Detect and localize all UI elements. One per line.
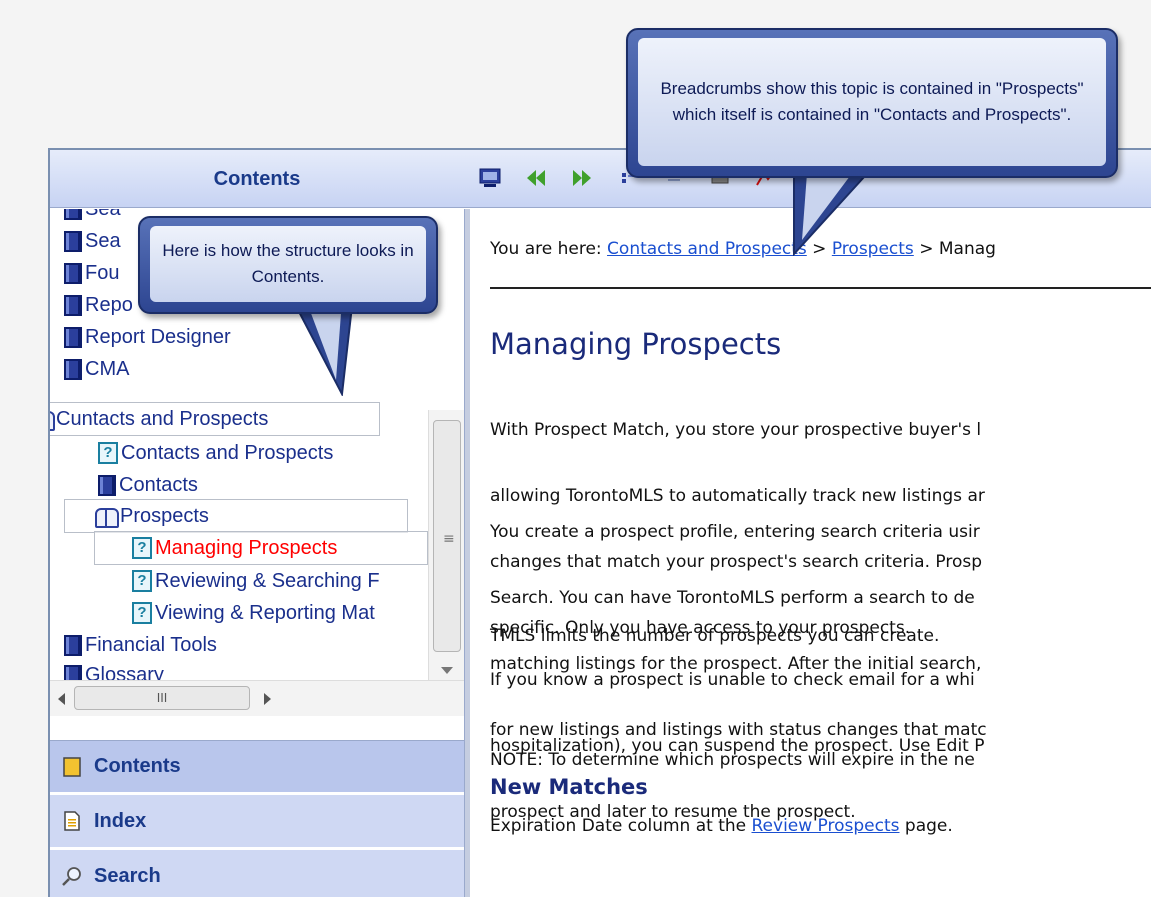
contents-book-icon xyxy=(60,755,84,779)
open-book-icon xyxy=(50,409,55,431)
tree-item-fou[interactable]: Fou xyxy=(64,257,119,289)
forward-icon[interactable] xyxy=(568,164,596,192)
contents-pane-title: Contents xyxy=(213,168,301,190)
nav-search-button[interactable]: Search xyxy=(50,850,464,897)
book-icon xyxy=(64,230,82,252)
topic-icon: ? xyxy=(98,442,118,464)
scroll-right-arrow-icon[interactable] xyxy=(264,693,271,705)
magnifier-icon xyxy=(60,864,84,888)
breadcrumb-divider xyxy=(490,287,1151,289)
topic-icon: ? xyxy=(132,602,152,624)
book-icon xyxy=(64,294,82,316)
tree-vertical-scrollbar[interactable]: ≡ xyxy=(428,410,464,680)
structure-callout: Here is how the structure looks in Conte… xyxy=(136,214,442,396)
tree-item-contacts[interactable]: Contacts xyxy=(98,469,198,501)
tree-item-reports[interactable]: Repo xyxy=(64,289,133,321)
scroll-left-arrow-icon[interactable] xyxy=(58,693,65,705)
grip-icon: ≡ xyxy=(443,531,455,547)
book-icon xyxy=(64,262,82,284)
tree-item-managing-prospects[interactable]: ? Managing Prospects xyxy=(132,532,337,564)
topic-icon: ? xyxy=(132,537,152,559)
horizontal-scroll-thumb[interactable]: III xyxy=(74,686,250,710)
nav-index-button[interactable]: Index xyxy=(50,795,464,847)
book-icon xyxy=(64,358,82,380)
breadcrumbs-callout: Breadcrumbs show this topic is contained… xyxy=(624,26,1120,256)
review-prospects-link[interactable]: Review Prospects xyxy=(752,816,900,836)
tree-item-contacts-and-prospects-topic[interactable]: ? Contacts and Prospects xyxy=(98,437,333,469)
tree-item-cma[interactable]: CMA xyxy=(64,353,129,385)
breadcrumbs-callout-bubble: Breadcrumbs show this topic is contained… xyxy=(626,28,1118,178)
tree-item-financial-tools[interactable]: Financial Tools xyxy=(64,629,217,661)
subheading-new-matches: New Matches xyxy=(490,775,648,799)
tree-item-reviewing-searching[interactable]: ? Reviewing & Searching F xyxy=(132,565,380,597)
book-icon xyxy=(64,634,82,656)
index-page-icon xyxy=(60,809,84,833)
tree-horizontal-scrollbar[interactable]: III xyxy=(50,680,464,716)
vertical-scroll-thumb[interactable]: ≡ xyxy=(433,420,461,652)
tree-item-viewing-reporting[interactable]: ? Viewing & Reporting Mat xyxy=(132,597,375,629)
nav-contents-button[interactable]: Contents xyxy=(50,740,464,792)
structure-callout-bubble: Here is how the structure looks in Conte… xyxy=(138,216,438,314)
tree-item-search-1[interactable]: Sea xyxy=(64,209,121,225)
book-icon xyxy=(64,326,82,348)
monitor-icon[interactable] xyxy=(476,164,504,192)
topic-content: You are here: Contacts and Prospects > P… xyxy=(470,209,1151,897)
book-icon xyxy=(98,474,116,496)
topic-icon: ? xyxy=(132,570,152,592)
tree-item-contacts-and-prospects-folder[interactable]: Cuntacts and Prospects xyxy=(50,403,268,435)
scroll-down-arrow-icon[interactable] xyxy=(441,667,453,674)
back-icon[interactable] xyxy=(522,164,550,192)
book-icon xyxy=(64,209,82,220)
tree-item-prospects-folder[interactable]: Prospects xyxy=(94,500,209,532)
open-book-icon xyxy=(94,506,119,528)
page-title: Managing Prospects xyxy=(490,327,782,361)
tree-item-search-2[interactable]: Sea xyxy=(64,225,121,257)
